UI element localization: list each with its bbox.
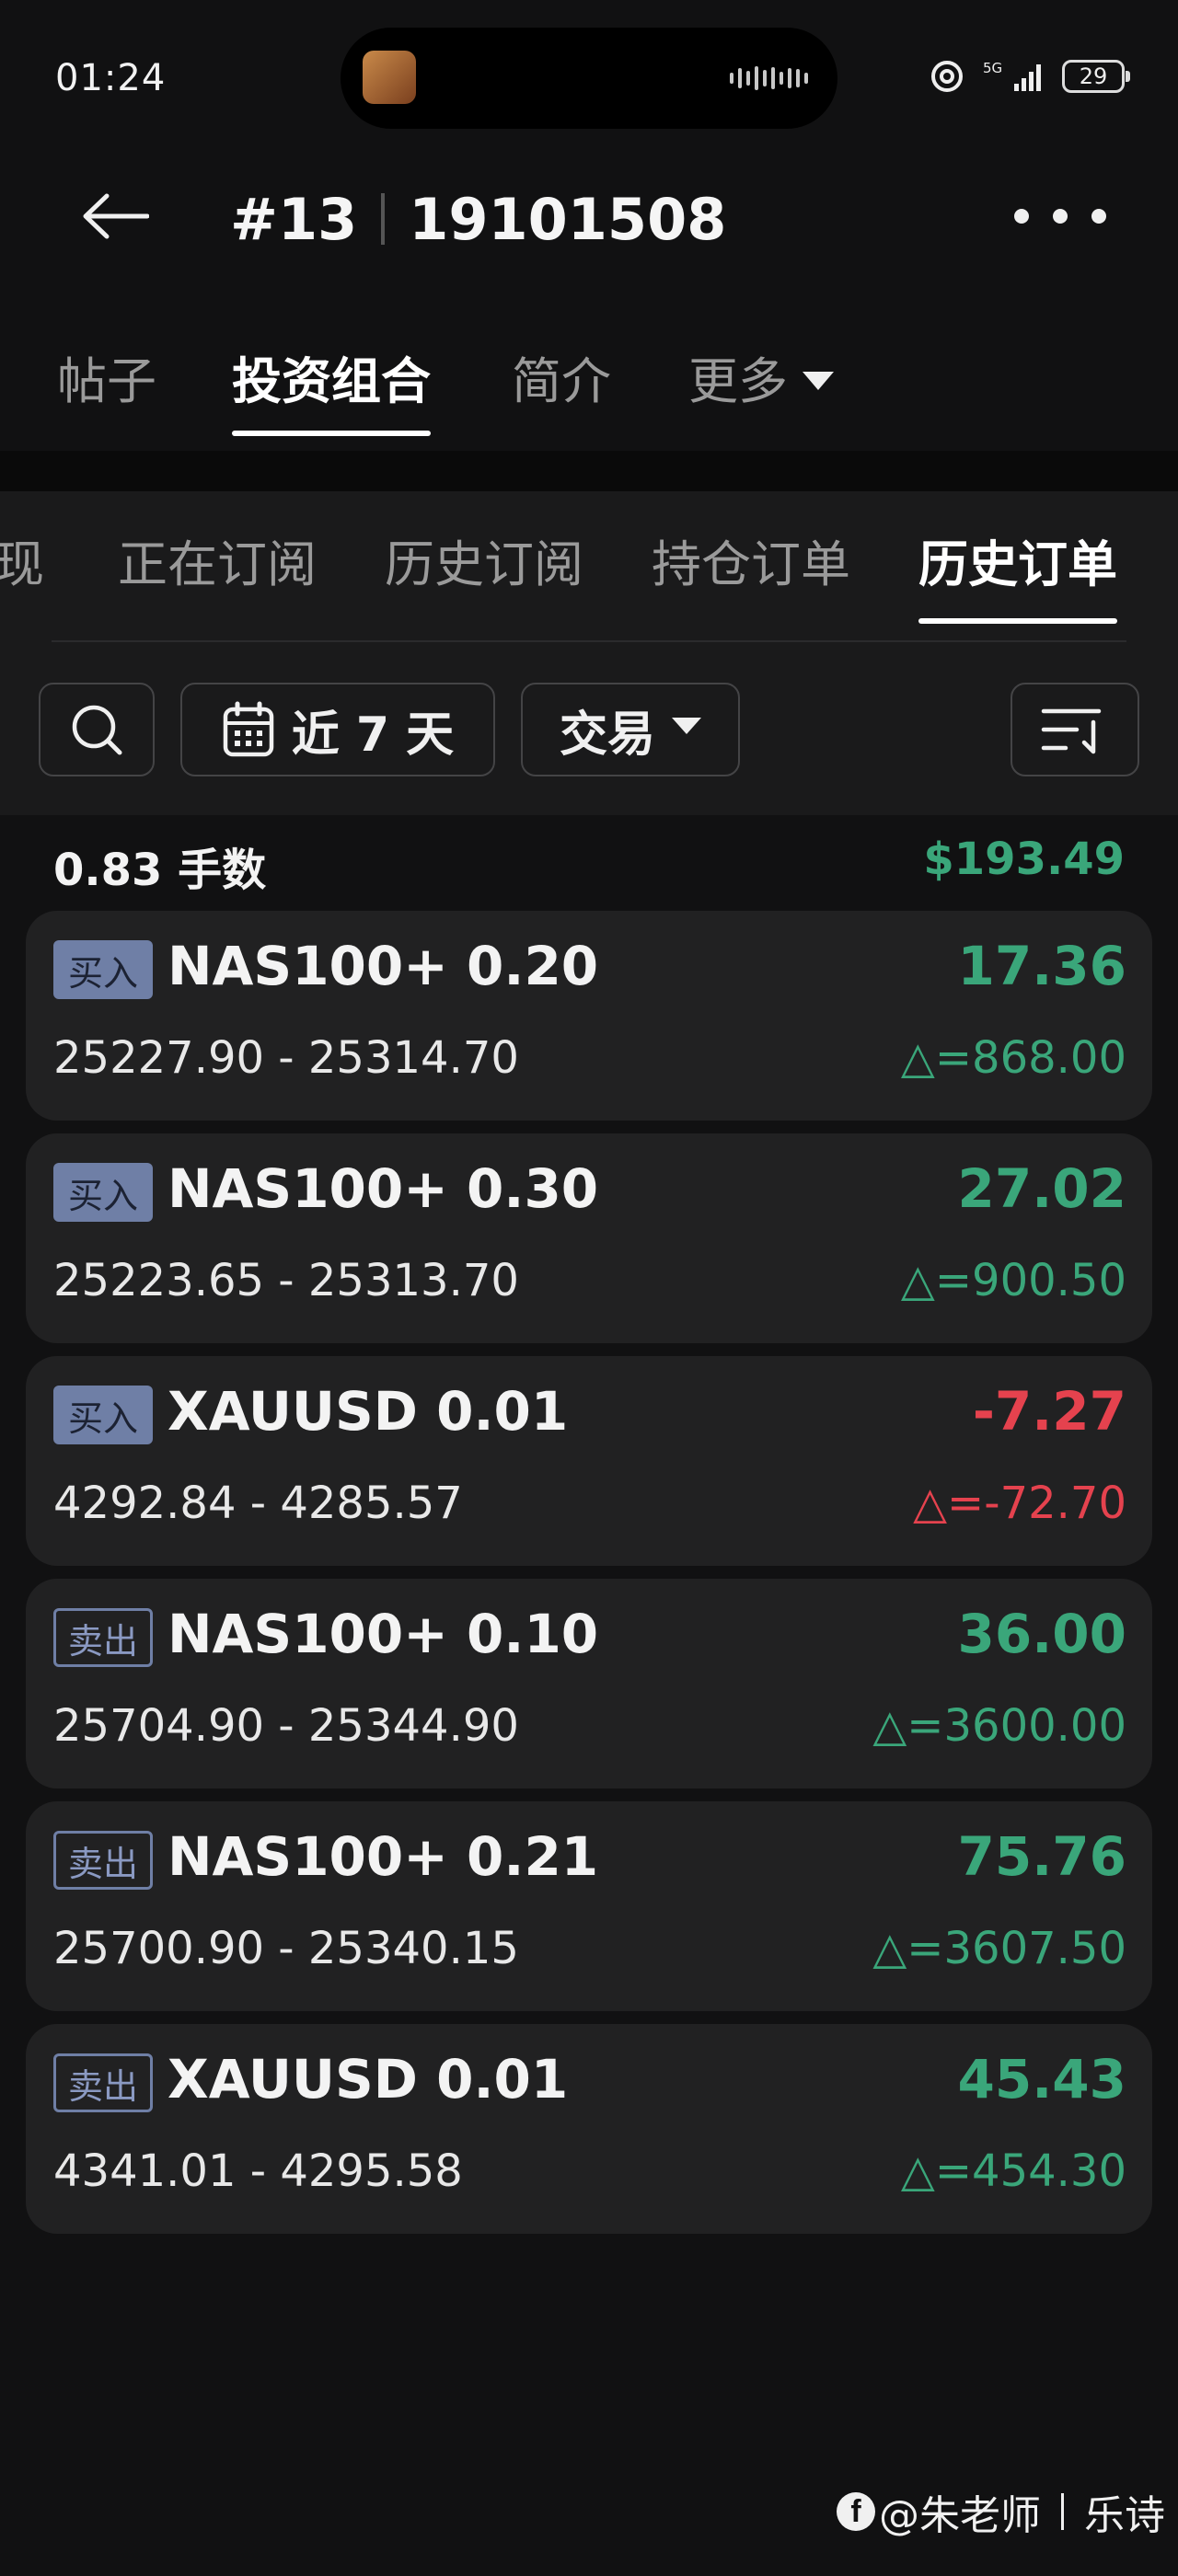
status-bar: 01:24 5G 29 <box>0 0 1178 156</box>
order-price-delta: △=900.50 <box>900 1255 1126 1306</box>
orders-summary: 0.83 手数 $193.49 <box>0 815 1178 911</box>
buy-badge: 买入 <box>53 1386 153 1444</box>
buy-badge: 买入 <box>53 940 153 999</box>
chevron-down-icon <box>672 718 701 734</box>
tab-more-label: 更多 <box>688 352 788 410</box>
battery-level: 29 <box>1079 63 1108 89</box>
battery-icon: 29 <box>1062 60 1130 93</box>
order-price-range: 25227.90 - 25314.70 <box>53 1032 519 1084</box>
main-tabs: 帖子 投资组合 简介 更多 <box>0 331 1178 451</box>
back-button[interactable] <box>74 184 156 248</box>
more-options-button[interactable] <box>1014 193 1106 239</box>
order-list: 买入 NAS100+ 0.20 25227.90 - 25314.70 17.3… <box>26 911 1152 2247</box>
order-symbol: NAS100+ 0.21 <box>167 1825 599 1888</box>
title-number: #13 <box>230 185 358 253</box>
order-card[interactable]: 卖出 XAUUSD 0.01 4341.01 - 4295.58 45.43 △… <box>26 2024 1152 2234</box>
order-price-range: 25704.90 - 25344.90 <box>53 1700 519 1752</box>
hotspot-icon <box>931 61 963 92</box>
dot-icon <box>1091 209 1106 224</box>
back-arrow-icon <box>83 193 149 239</box>
order-card[interactable]: 卖出 NAS100+ 0.10 25704.90 - 25344.90 36.0… <box>26 1579 1152 1788</box>
order-card[interactable]: 卖出 NAS100+ 0.21 25700.90 - 25340.15 75.7… <box>26 1801 1152 2011</box>
order-price-delta: △=3607.50 <box>872 1923 1126 1974</box>
trade-type-filter[interactable]: 交易 <box>521 683 740 776</box>
sell-badge: 卖出 <box>53 1608 153 1667</box>
sell-badge: 卖出 <box>53 1831 153 1890</box>
order-profit: 27.02 <box>957 1157 1126 1220</box>
watermark-handle: @朱老师 <box>879 2492 1041 2539</box>
subtab-clipped[interactable]: 现 <box>0 528 44 611</box>
tab-posts[interactable]: 帖子 <box>57 340 156 432</box>
signal-icon: 5G <box>983 60 1041 91</box>
dot-icon <box>1014 209 1029 224</box>
watermark-divider <box>1061 2493 1064 2530</box>
subtab-subscription-history[interactable]: 历史订阅 <box>385 528 583 611</box>
sort-icon <box>1041 708 1102 754</box>
order-price-delta: △=454.30 <box>900 2145 1126 2197</box>
app-icon <box>363 51 416 104</box>
total-lots: 0.83 手数 <box>53 845 267 896</box>
order-profit: 17.36 <box>957 935 1126 997</box>
order-symbol: XAUUSD 0.01 <box>167 1380 569 1443</box>
order-card[interactable]: 买入 NAS100+ 0.30 25223.65 - 25313.70 27.0… <box>26 1133 1152 1343</box>
total-profit: $193.49 <box>923 834 1125 885</box>
sell-badge: 卖出 <box>53 2053 153 2112</box>
trade-type-label: 交易 <box>559 707 655 763</box>
order-card[interactable]: 买入 XAUUSD 0.01 4292.84 - 4285.57 -7.27 △… <box>26 1356 1152 1566</box>
order-price-delta: △=3600.00 <box>872 1700 1126 1752</box>
search-button[interactable] <box>39 683 155 776</box>
tab-profile[interactable]: 简介 <box>512 340 611 432</box>
order-price-delta: △=-72.70 <box>913 1478 1126 1529</box>
order-price-range: 25700.90 - 25340.15 <box>53 1923 519 1974</box>
dot-icon <box>1053 209 1068 224</box>
search-icon <box>72 705 122 755</box>
order-price-delta: △=868.00 <box>900 1032 1126 1084</box>
subtabs-divider <box>52 640 1126 642</box>
subtab-open-positions[interactable]: 持仓订单 <box>652 528 850 611</box>
section-divider <box>0 451 1178 491</box>
dynamic-island <box>341 28 837 129</box>
order-symbol: NAS100+ 0.10 <box>167 1603 599 1665</box>
subtab-active-subscriptions[interactable]: 正在订阅 <box>118 528 317 611</box>
sub-tabs: 现 正在订阅 历史订阅 持仓订单 历史订单 <box>0 491 1178 638</box>
header: #13 19101508 <box>0 156 1178 276</box>
order-profit: 75.76 <box>957 1825 1126 1888</box>
order-profit: -7.27 <box>972 1380 1126 1443</box>
order-price-range: 4292.84 - 4285.57 <box>53 1478 463 1529</box>
tab-portfolio[interactable]: 投资组合 <box>232 340 431 436</box>
network-label: 5G <box>983 60 1002 76</box>
audio-wave-icon <box>730 64 808 92</box>
page-title: #13 19101508 <box>230 182 726 256</box>
order-card[interactable]: 买入 NAS100+ 0.20 25227.90 - 25314.70 17.3… <box>26 911 1152 1121</box>
status-icons: 5G 29 <box>926 53 1130 99</box>
sort-button[interactable] <box>1011 683 1139 776</box>
order-profit: 36.00 <box>957 1603 1126 1665</box>
date-range-label: 近 7 天 <box>291 707 455 763</box>
order-symbol: NAS100+ 0.30 <box>167 1157 599 1220</box>
date-range-filter[interactable]: 近 7 天 <box>180 683 495 776</box>
calendar-icon <box>223 701 274 757</box>
order-price-range: 25223.65 - 25313.70 <box>53 1255 519 1306</box>
portfolio-panel: 现 正在订阅 历史订阅 持仓订单 历史订单 近 7 天 交易 <box>0 491 1178 815</box>
watermark-name: 乐诗 <box>1084 2492 1165 2539</box>
subtab-order-history[interactable]: 历史订单 <box>918 528 1117 624</box>
watermark: f @朱老师 乐诗 <box>837 2484 1165 2539</box>
title-divider <box>381 193 386 245</box>
order-profit: 45.43 <box>957 2048 1126 2110</box>
chevron-down-icon <box>803 372 834 391</box>
status-time: 01:24 <box>55 57 167 99</box>
order-price-range: 4341.01 - 4295.58 <box>53 2145 463 2197</box>
order-symbol: NAS100+ 0.20 <box>167 935 599 997</box>
facebook-icon: f <box>837 2492 875 2531</box>
tab-more[interactable]: 更多 <box>688 340 834 432</box>
order-symbol: XAUUSD 0.01 <box>167 2048 569 2110</box>
buy-badge: 买入 <box>53 1163 153 1222</box>
title-account: 19101508 <box>409 185 727 253</box>
